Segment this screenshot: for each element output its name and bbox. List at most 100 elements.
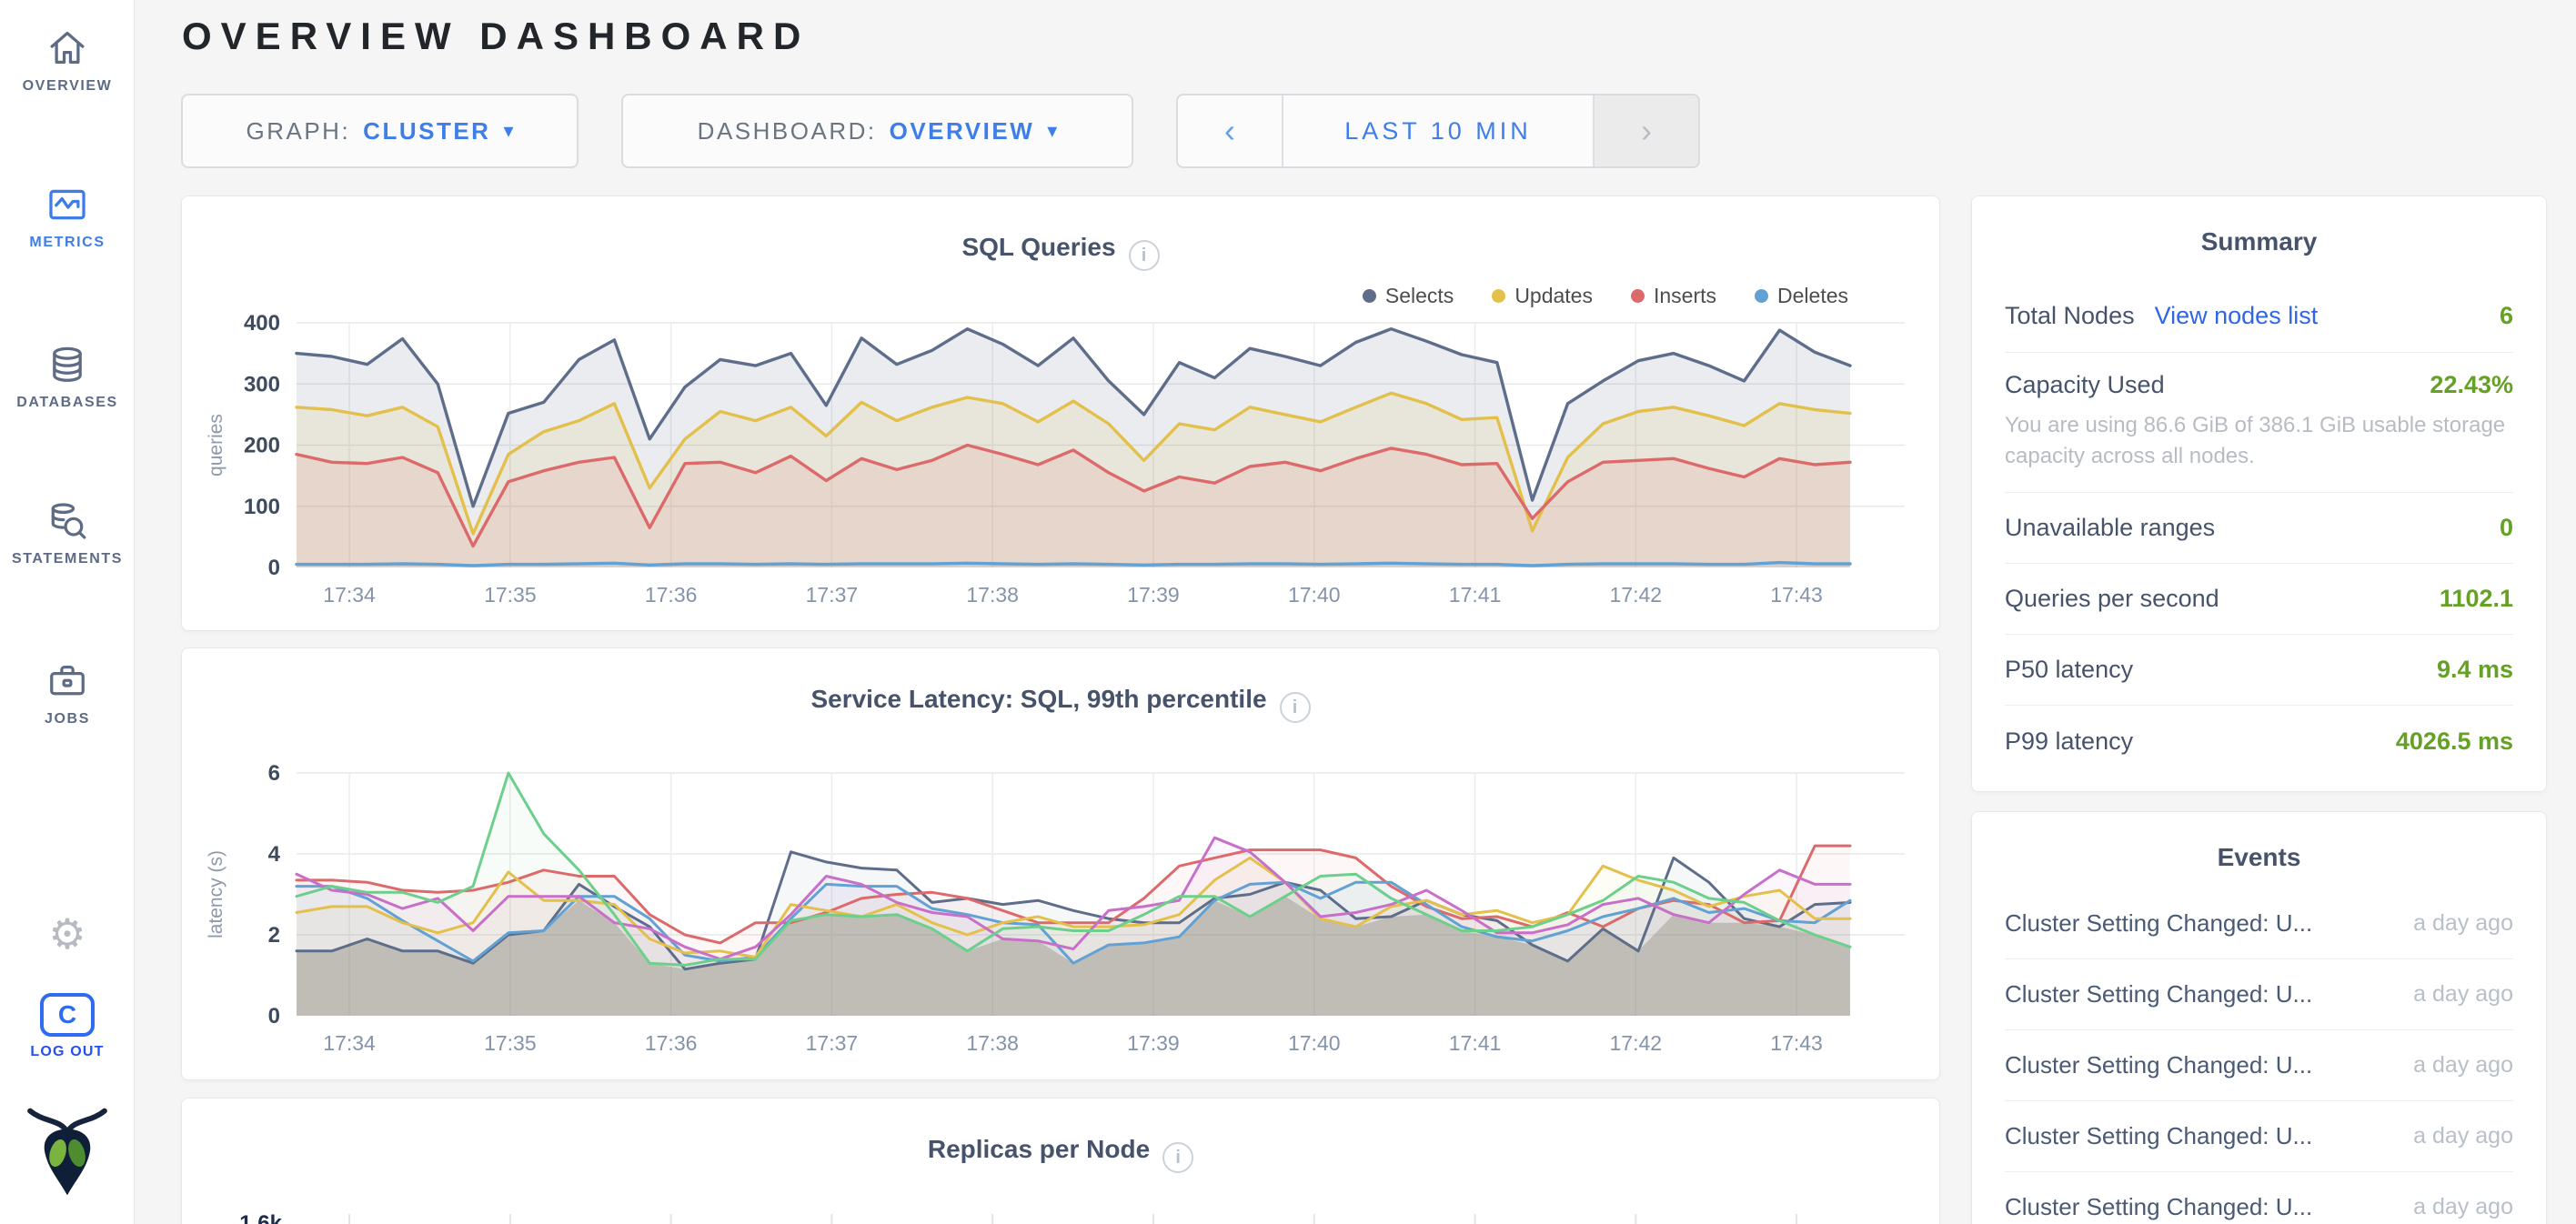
svg-text:17:41: 17:41 xyxy=(1449,583,1502,607)
sidebar-item-statements[interactable]: STATEMENTS xyxy=(0,500,135,567)
legend-item-deletes: Deletes xyxy=(1755,284,1848,308)
svg-text:17:35: 17:35 xyxy=(484,1031,537,1055)
sidebar-item-label: METRICS xyxy=(0,235,135,251)
svg-text:latency (s): latency (s) xyxy=(206,850,226,938)
event-row: Cluster Setting Changed: U... a day ago xyxy=(2005,888,2513,959)
event-row: Cluster Setting Changed: U... a day ago xyxy=(2005,1172,2513,1224)
event-title: Cluster Setting Changed: U... xyxy=(2005,1051,2312,1079)
svg-text:17:36: 17:36 xyxy=(645,1031,698,1055)
service-latency-chart: 024617:3417:3517:3617:3717:3817:3917:401… xyxy=(182,762,1941,1058)
svg-text:100: 100 xyxy=(244,495,280,519)
briefcase-icon xyxy=(0,660,135,702)
logout-button[interactable]: C LOG OUT xyxy=(0,993,135,1060)
settings-gear-icon[interactable]: ⚙ xyxy=(0,909,135,958)
dashboard-dropdown-value: OVERVIEW xyxy=(890,117,1035,145)
legend-item-inserts: Inserts xyxy=(1631,284,1716,308)
graph-dropdown-value: CLUSTER xyxy=(363,117,490,145)
summary-row-unavailable-ranges: Unavailable ranges 0 xyxy=(2005,493,2513,564)
event-title: Cluster Setting Changed: U... xyxy=(2005,1122,2312,1150)
legend-item-selects: Selects xyxy=(1363,284,1454,308)
svg-text:17:39: 17:39 xyxy=(1127,1031,1180,1055)
info-icon[interactable]: i xyxy=(1162,1142,1193,1173)
legend-item-updates: Updates xyxy=(1492,284,1593,308)
event-title: Cluster Setting Changed: U... xyxy=(2005,1193,2312,1221)
replicas-per-node-panel: Replicas per Nodei 1.6k xyxy=(181,1098,1940,1224)
svg-text:17:38: 17:38 xyxy=(966,1031,1019,1055)
svg-text:1.6k: 1.6k xyxy=(239,1211,282,1224)
summary-panel: Summary Total Nodes View nodes list 6 Ca… xyxy=(1971,196,2547,792)
event-row: Cluster Setting Changed: U... a day ago xyxy=(2005,1101,2513,1172)
logout-label: LOG OUT xyxy=(0,1044,135,1060)
qps-label: Queries per second xyxy=(2005,585,2219,613)
graph-dropdown-label: GRAPH: xyxy=(246,117,350,145)
sql-queries-legend: Selects Updates Inserts Deletes xyxy=(1363,284,1848,308)
svg-text:17:41: 17:41 xyxy=(1449,1031,1502,1055)
event-time: a day ago xyxy=(2413,910,2513,937)
graph-dropdown[interactable]: GRAPH: CLUSTER ▾ xyxy=(181,94,579,168)
sidebar-item-overview[interactable]: OVERVIEW xyxy=(0,27,135,95)
statements-search-icon xyxy=(0,500,135,542)
page-title: OVERVIEW DASHBOARD xyxy=(182,15,810,58)
summary-row-p50: P50 latency 9.4 ms xyxy=(2005,635,2513,706)
svg-text:6: 6 xyxy=(268,762,280,786)
event-time: a day ago xyxy=(2413,1194,2513,1220)
p99-latency-label: P99 latency xyxy=(2005,727,2133,756)
overview-dashboard-page: OVERVIEW METRICS DATABASES xyxy=(0,0,2576,1224)
cockroach-c-icon: C xyxy=(40,993,95,1037)
event-title: Cluster Setting Changed: U... xyxy=(2005,909,2312,938)
metrics-chart-icon xyxy=(0,184,135,226)
svg-text:17:42: 17:42 xyxy=(1610,1031,1663,1055)
sidebar-item-metrics[interactable]: METRICS xyxy=(0,184,135,251)
svg-text:17:39: 17:39 xyxy=(1127,583,1180,607)
dashboard-dropdown-label: DASHBOARD: xyxy=(698,117,877,145)
svg-text:17:43: 17:43 xyxy=(1770,1031,1823,1055)
svg-text:17:38: 17:38 xyxy=(966,583,1019,607)
sidebar-item-label: DATABASES xyxy=(0,395,135,411)
event-time: a day ago xyxy=(2413,1052,2513,1079)
dashboard-dropdown[interactable]: DASHBOARD: OVERVIEW ▾ xyxy=(621,94,1133,168)
info-icon[interactable]: i xyxy=(1280,692,1311,723)
sidebar-item-label: STATEMENTS xyxy=(0,551,135,567)
summary-row-capacity: Capacity Used 22.43% You are using 86.6 … xyxy=(2005,353,2513,493)
svg-text:17:36: 17:36 xyxy=(645,583,698,607)
view-nodes-list-link[interactable]: View nodes list xyxy=(2155,302,2319,330)
capacity-used-value: 22.43% xyxy=(2430,371,2513,399)
sql-queries-title: SQL Queriesi xyxy=(182,233,1939,271)
capacity-used-label: Capacity Used xyxy=(2005,371,2165,399)
summary-row-p99: P99 latency 4026.5 ms xyxy=(2005,706,2513,777)
sidebar-item-databases[interactable]: DATABASES xyxy=(0,344,135,411)
legend-dot xyxy=(1363,289,1376,303)
svg-text:17:40: 17:40 xyxy=(1288,1031,1341,1055)
time-prev-button[interactable]: ‹ xyxy=(1178,95,1282,166)
qps-value: 1102.1 xyxy=(2440,585,2513,613)
svg-text:2: 2 xyxy=(268,923,280,948)
p99-latency-value: 4026.5 ms xyxy=(2396,727,2513,756)
info-icon[interactable]: i xyxy=(1129,240,1160,271)
p50-latency-label: P50 latency xyxy=(2005,656,2133,684)
cockroach-logo xyxy=(0,1108,135,1203)
sql-queries-panel: SQL Queriesi Selects Updates Inserts Del… xyxy=(181,196,1940,631)
service-latency-title: Service Latency: SQL, 99th percentilei xyxy=(182,685,1939,723)
svg-text:4: 4 xyxy=(268,842,281,867)
svg-text:17:34: 17:34 xyxy=(323,583,376,607)
time-range-control: ‹ LAST 10 MIN › xyxy=(1176,94,1700,168)
chevron-down-icon: ▾ xyxy=(503,119,513,143)
chevron-down-icon: ▾ xyxy=(1047,119,1057,143)
sidebar-item-jobs[interactable]: JOBS xyxy=(0,660,135,727)
time-next-button[interactable]: › xyxy=(1595,95,1698,166)
legend-dot xyxy=(1755,289,1768,303)
svg-text:17:40: 17:40 xyxy=(1288,583,1341,607)
total-nodes-value: 6 xyxy=(2500,302,2513,330)
replicas-per-node-chart: 1.6k xyxy=(182,1176,1941,1224)
time-range-value[interactable]: LAST 10 MIN xyxy=(1282,95,1595,166)
event-title: Cluster Setting Changed: U... xyxy=(2005,980,2312,1008)
sidebar: OVERVIEW METRICS DATABASES xyxy=(0,0,135,1224)
svg-text:0: 0 xyxy=(268,556,280,580)
unavailable-ranges-label: Unavailable ranges xyxy=(2005,514,2215,542)
legend-dot xyxy=(1631,289,1645,303)
database-icon xyxy=(0,344,135,386)
event-row: Cluster Setting Changed: U... a day ago xyxy=(2005,1030,2513,1101)
svg-text:17:37: 17:37 xyxy=(806,1031,859,1055)
event-time: a day ago xyxy=(2413,1123,2513,1149)
svg-text:17:35: 17:35 xyxy=(484,583,537,607)
